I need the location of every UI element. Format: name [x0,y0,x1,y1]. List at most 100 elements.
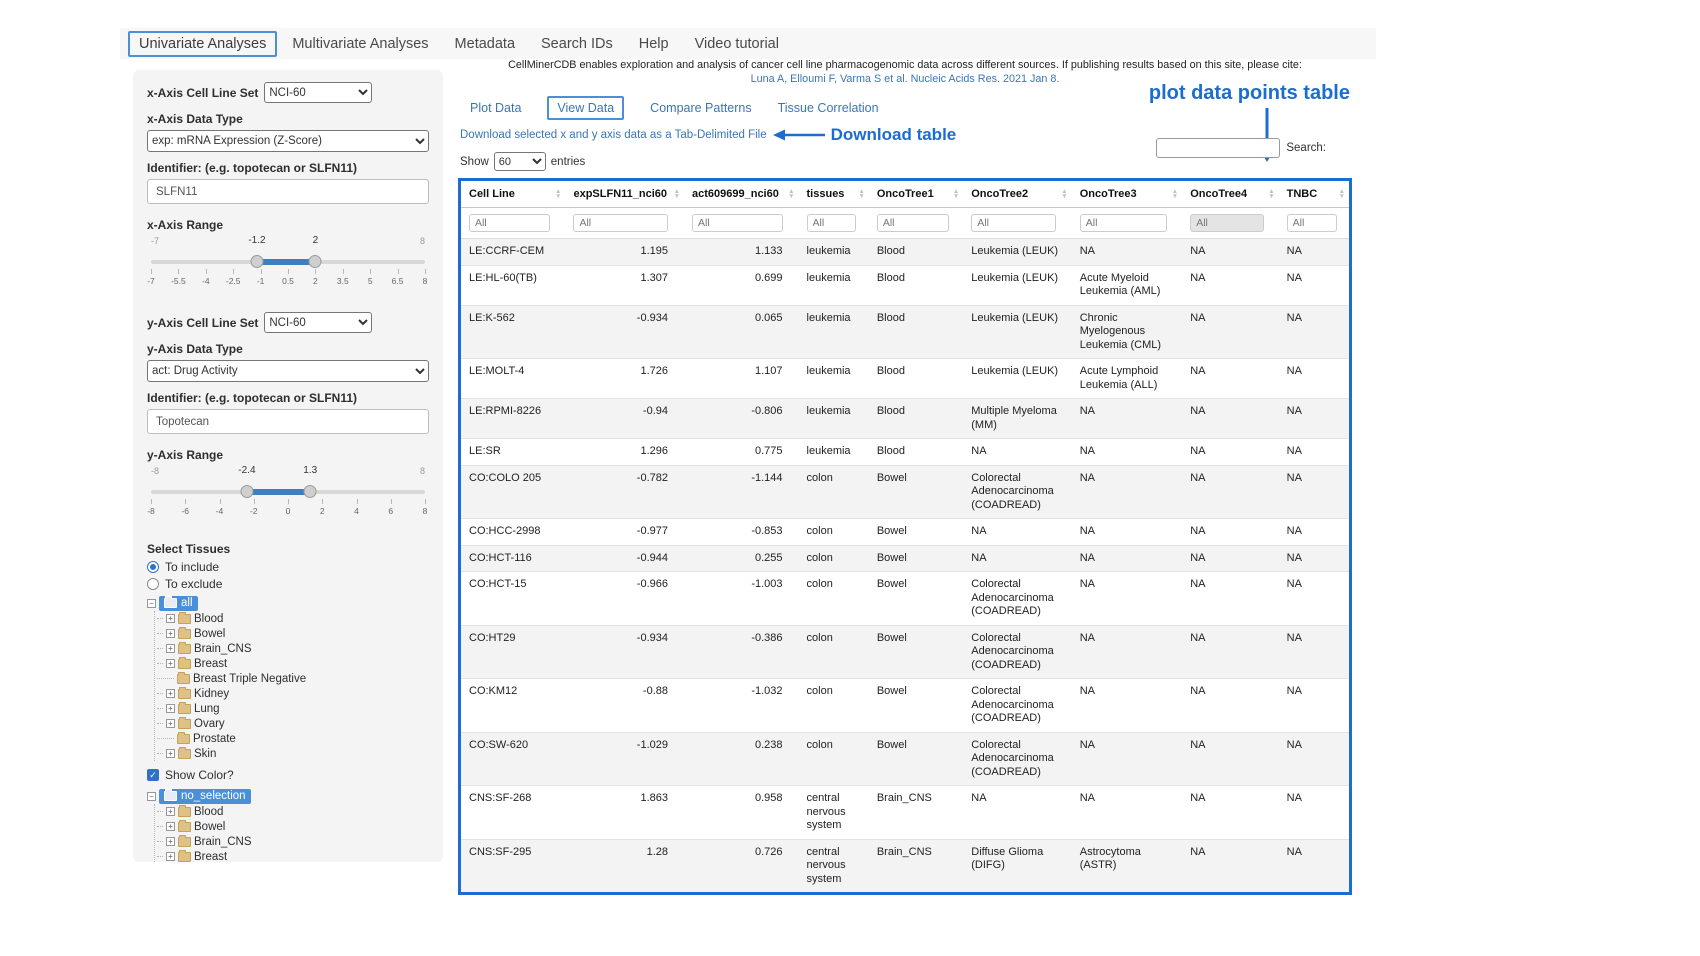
table-row[interactable]: CO:SW-620-1.0290.238colonBowelColorectal… [461,732,1349,786]
table-row[interactable]: CNS:SF-2681.8630.958central nervous syst… [461,786,1349,840]
download-tsv-link[interactable]: Download selected x and y axis data as a… [460,129,767,141]
column-filter-expslfn11-nci60[interactable] [573,214,667,232]
expand-icon[interactable]: + [166,837,175,846]
table-row[interactable]: CO:HCC-2998-0.977-0.853colonBowelNANANAN… [461,519,1349,546]
tab-tissue-correlation[interactable]: Tissue Correlation [778,101,879,115]
slider-handle-low[interactable] [240,485,253,498]
table-row[interactable]: CO:HT29-0.934-0.386colonBowelColorectal … [461,625,1349,679]
column-header-oncotree3[interactable]: OncoTree3▲▼ [1072,181,1182,208]
tree-item-blood[interactable]: +Blood [157,804,429,819]
nav-tab-video-tutorial[interactable]: Video tutorial [684,32,790,56]
slider-handle-high[interactable] [304,485,317,498]
column-header-oncotree2[interactable]: OncoTree2▲▼ [963,181,1071,208]
y-data-type-select[interactable]: act: Drug Activity [147,360,429,382]
nav-tab-multivariate-analyses[interactable]: Multivariate Analyses [281,32,439,56]
tree-item-blood[interactable]: +Blood [157,611,429,626]
table-row[interactable]: CO:KM12-0.88-1.032colonBowelColorectal A… [461,679,1349,733]
tree-item-breast[interactable]: +Breast [157,849,429,862]
tab-compare-patterns[interactable]: Compare Patterns [650,101,751,115]
tree-root-all[interactable]: −all [147,595,429,611]
expand-icon[interactable]: + [166,614,175,623]
expand-icon[interactable]: + [166,659,175,668]
nav-tab-univariate-analyses[interactable]: Univariate Analyses [128,31,277,57]
sort-icon[interactable]: ▲▼ [1339,189,1345,199]
x-identifier-input[interactable] [147,179,429,204]
collapse-icon[interactable]: − [147,599,156,608]
sort-icon[interactable]: ▲▼ [1172,189,1178,199]
expand-icon[interactable]: + [166,807,175,816]
table-row[interactable]: CO:HCT-116-0.9440.255colonBowelNANANANA [461,545,1349,572]
tree-item-brain-cns[interactable]: +Brain_CNS [157,834,429,849]
entries-select[interactable]: 60 [494,152,546,171]
table-row[interactable]: CO:HCT-15-0.966-1.003colonBowelColorecta… [461,572,1349,626]
table-row[interactable]: LE:K-562-0.9340.065leukemiaBloodLeukemia… [461,305,1349,359]
expand-icon[interactable]: + [166,644,175,653]
tree-item-skin[interactable]: +Skin [157,746,429,761]
y-cell-line-set-select[interactable]: NCI-60 [264,312,372,333]
sort-icon[interactable]: ▲▼ [1268,189,1274,199]
slider-handle-high[interactable] [309,255,322,268]
table-row[interactable]: LE:HL-60(TB)1.3070.699leukemiaBloodLeuke… [461,265,1349,305]
sort-icon[interactable]: ▲▼ [674,189,680,199]
expand-icon[interactable]: + [166,689,175,698]
nav-tab-metadata[interactable]: Metadata [444,32,526,56]
column-header-tnbc[interactable]: TNBC▲▼ [1279,181,1349,208]
tab-plot-data[interactable]: Plot Data [470,101,521,115]
show-color-checkbox[interactable] [147,769,159,781]
sort-icon[interactable]: ▲▼ [788,189,794,199]
table-row[interactable]: LE:CCRF-CEM1.1951.133leukemiaBloodLeukem… [461,239,1349,266]
tissues-include-option[interactable]: To include [147,560,429,574]
tree-item-breast[interactable]: +Breast [157,656,429,671]
column-filter-tnbc[interactable] [1287,214,1337,232]
tissues-exclude-option[interactable]: To exclude [147,577,429,591]
nav-tab-help[interactable]: Help [628,32,680,56]
tree-item-lung[interactable]: +Lung [157,701,429,716]
column-header-cell-line[interactable]: Cell Line▲▼ [461,181,565,208]
table-row[interactable]: LE:MOLT-41.7261.107leukemiaBloodLeukemia… [461,359,1349,399]
column-filter-act609699-nci60[interactable] [692,214,783,232]
sort-icon[interactable]: ▲▼ [1061,189,1067,199]
tree-item-breast-triple-negative[interactable]: Breast Triple Negative [157,671,429,686]
expand-icon[interactable]: + [166,719,175,728]
nav-tab-search-ids[interactable]: Search IDs [530,32,624,56]
slider-selected-range[interactable] [247,489,310,495]
table-row[interactable]: CO:COLO 205-0.782-1.144colonBowelColorec… [461,465,1349,519]
tree-item-prostate[interactable]: Prostate [157,731,429,746]
table-row[interactable]: CNS:SF-2951.280.726central nervous syste… [461,839,1349,892]
search-input[interactable] [1156,138,1280,158]
column-header-act609699-nci60[interactable]: act609699_nci60▲▼ [684,181,799,208]
table-row[interactable]: LE:RPMI-8226-0.94-0.806leukemiaBloodMult… [461,399,1349,439]
column-filter-oncotree3[interactable] [1080,214,1167,232]
column-filter-oncotree1[interactable] [877,214,949,232]
expand-icon[interactable]: + [166,749,175,758]
column-filter-tissues[interactable] [807,214,857,232]
x-cell-line-set-select[interactable]: NCI-60 [264,82,372,103]
slider-selected-range[interactable] [257,259,315,265]
y-axis-range-slider[interactable]: -88-2.41.3-8-6-4-202468 [151,466,425,526]
tab-view-data[interactable]: View Data [547,96,624,120]
tree-item-bowel[interactable]: +Bowel [157,819,429,834]
column-filter-cell-line[interactable] [469,214,550,232]
tree-item-ovary[interactable]: +Ovary [157,716,429,731]
table-row[interactable]: LE:SR1.2960.775leukemiaBloodNANANANA [461,439,1349,466]
x-axis-range-slider[interactable]: -78-1.22-7-5.5-4-2.5-10.523.556.58 [151,236,425,296]
sort-icon[interactable]: ▲▼ [858,189,864,199]
column-header-oncotree1[interactable]: OncoTree1▲▼ [869,181,963,208]
y-identifier-input[interactable] [147,409,429,434]
column-header-expslfn11-nci60[interactable]: expSLFN11_nci60▲▼ [565,181,684,208]
exclude-radio[interactable] [147,578,159,590]
column-filter-oncotree2[interactable] [971,214,1056,232]
tree-root-no-selection[interactable]: −no_selection [147,788,429,804]
citation-link[interactable]: Luna A, Elloumi F, Varma S et al. Nuclei… [751,73,1060,85]
expand-icon[interactable]: + [166,629,175,638]
sort-icon[interactable]: ▲▼ [953,189,959,199]
slider-handle-low[interactable] [250,255,263,268]
show-color-option[interactable]: Show Color? [147,768,429,782]
column-header-oncotree4[interactable]: OncoTree4▲▼ [1182,181,1278,208]
collapse-icon[interactable]: − [147,792,156,801]
tree-item-kidney[interactable]: +Kidney [157,686,429,701]
tree-item-bowel[interactable]: +Bowel [157,626,429,641]
tree-item-brain-cns[interactable]: +Brain_CNS [157,641,429,656]
column-filter-oncotree4[interactable] [1190,214,1264,232]
sort-icon[interactable]: ▲▼ [555,189,561,199]
